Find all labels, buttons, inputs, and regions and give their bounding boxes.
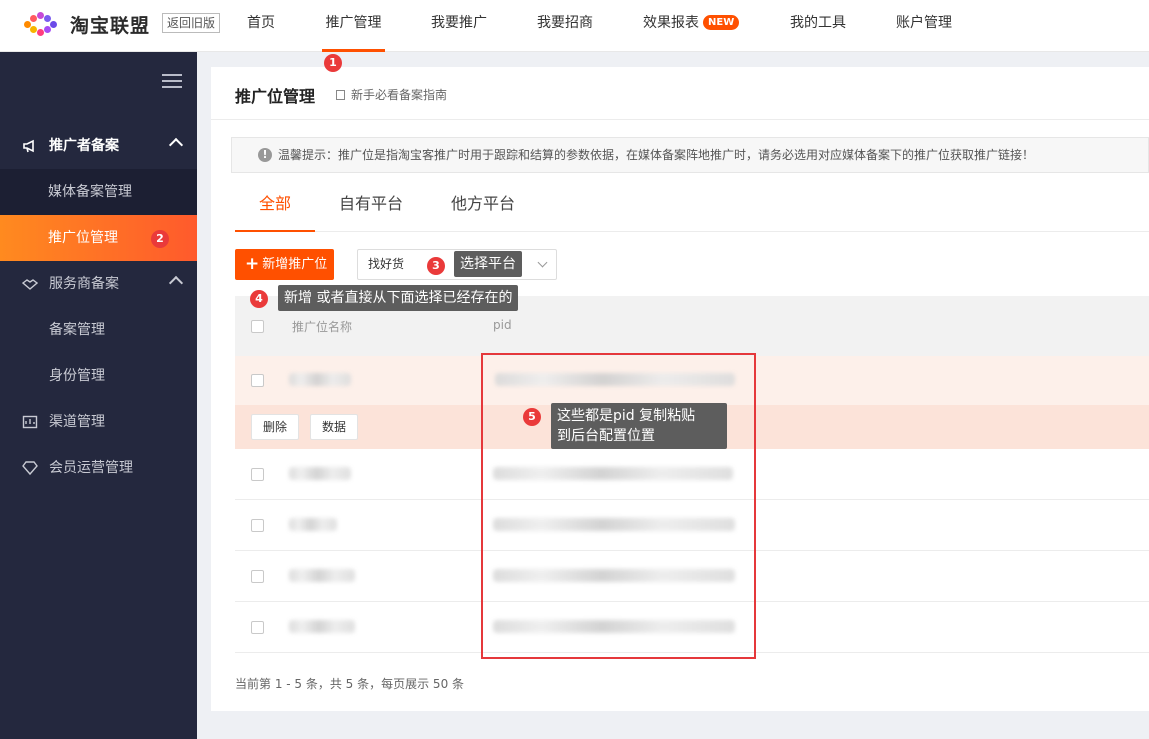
sidebar-item-label: 身份管理 bbox=[49, 368, 105, 384]
row-checkbox[interactable] bbox=[251, 374, 264, 387]
sidebar-item-label: 会员运营管理 bbox=[49, 460, 133, 476]
annotation-marker-5: 5 bbox=[523, 408, 541, 426]
handshake-icon bbox=[22, 279, 38, 290]
tip-text: 温馨提示：推广位是指淘宝客推广时用于跟踪和结算的参数依据，在媒体备案阵地推广时，… bbox=[278, 148, 1035, 162]
callout-pid-copy: 这些都是pid 复制粘贴 到后台配置位置 bbox=[551, 403, 727, 449]
add-adzone-label: 新增推广位 bbox=[262, 257, 328, 272]
sidebar-item-label: 服务商备案 bbox=[49, 276, 119, 292]
row-checkbox[interactable] bbox=[251, 519, 264, 532]
chevron-up-icon bbox=[168, 275, 184, 291]
sidebar-item-label: 备案管理 bbox=[49, 322, 105, 338]
sidebar-item-label: 渠道管理 bbox=[49, 414, 105, 430]
chevron-up-icon bbox=[168, 137, 184, 153]
sidebar-item-identity-management[interactable]: 身份管理 bbox=[0, 353, 197, 399]
logo-text: 淘宝联盟 bbox=[70, 14, 151, 37]
callout-add-or-select: 新增 或者直接从下面选择已经存在的 bbox=[278, 285, 519, 311]
platform-select-value: 找好货 bbox=[368, 257, 405, 271]
sidebar-group-service-filing[interactable]: 服务商备案 bbox=[0, 261, 197, 307]
warning-icon: ! bbox=[258, 148, 272, 162]
select-all-checkbox[interactable] bbox=[251, 320, 264, 333]
delete-button[interactable]: 删除 bbox=[251, 414, 300, 440]
divider bbox=[211, 119, 1149, 120]
add-adzone-button[interactable]: + 新增推广位 bbox=[235, 249, 334, 280]
sidebar-item-label: 媒体备案管理 bbox=[48, 184, 132, 200]
channel-icon bbox=[22, 415, 38, 429]
sidebar-item-channel-management[interactable]: 渠道管理 bbox=[0, 399, 197, 445]
column-header-name: 推广位名称 bbox=[292, 320, 353, 334]
sidebar-item-label: 推广位管理 bbox=[48, 230, 118, 246]
redacted-adzone-name bbox=[289, 373, 351, 386]
nav-reports[interactable]: 效果报表 NEW bbox=[643, 0, 740, 52]
redacted-adzone-name bbox=[289, 620, 355, 633]
document-icon bbox=[336, 90, 345, 100]
new-badge: NEW bbox=[703, 15, 740, 30]
annotation-marker-2: 2 bbox=[151, 230, 169, 248]
nav-home[interactable]: 首页 bbox=[247, 0, 275, 52]
platform-tabs: 全部 自有平台 他方平台 bbox=[235, 177, 1149, 232]
taobao-union-logo[interactable]: 淘宝联盟 bbox=[22, 10, 150, 38]
guide-link[interactable]: 新手必看备案指南 bbox=[336, 86, 447, 103]
nav-promotion-management[interactable]: 推广管理 bbox=[322, 0, 385, 52]
row-checkbox[interactable] bbox=[251, 468, 264, 481]
menu-toggle-icon[interactable] bbox=[162, 74, 182, 88]
tip-banner: ! 温馨提示：推广位是指淘宝客推广时用于跟踪和结算的参数依据，在媒体备案阵地推广… bbox=[231, 137, 1149, 173]
pid-highlight-box bbox=[481, 353, 756, 659]
top-navigation-bar: 淘宝联盟 返回旧版 首页 推广管理 我要推广 我要招商 效果报表 NEW 我的工具… bbox=[0, 0, 1149, 52]
megaphone-icon bbox=[23, 139, 34, 153]
callout-pid-copy-line1: 这些都是pid 复制粘贴 bbox=[557, 408, 696, 424]
row-checkbox[interactable] bbox=[251, 621, 264, 634]
redacted-adzone-name bbox=[289, 569, 355, 582]
annotation-marker-4: 4 bbox=[250, 290, 268, 308]
tab-own-platform[interactable]: 自有平台 bbox=[339, 177, 403, 232]
sidebar-item-label: 推广者备案 bbox=[49, 138, 119, 154]
sidebar-item-member-operations[interactable]: 会员运营管理 bbox=[0, 445, 197, 491]
annotation-marker-1: 1 bbox=[324, 54, 342, 72]
data-button[interactable]: 数据 bbox=[310, 414, 359, 440]
callout-select-platform: 选择平台 bbox=[454, 251, 522, 277]
nav-promote[interactable]: 我要推广 bbox=[431, 0, 487, 52]
row-checkbox[interactable] bbox=[251, 570, 264, 583]
sidebar-item-media-filing[interactable]: 媒体备案管理 bbox=[0, 169, 197, 215]
sidebar-item-filing-management[interactable]: 备案管理 bbox=[0, 307, 197, 353]
redacted-adzone-name bbox=[289, 467, 351, 480]
chevron-down-icon bbox=[537, 257, 548, 268]
nav-my-tools[interactable]: 我的工具 bbox=[790, 0, 846, 52]
diamond-icon bbox=[22, 461, 38, 476]
redacted-adzone-name bbox=[289, 518, 337, 531]
column-header-pid: pid bbox=[493, 318, 512, 332]
tab-all[interactable]: 全部 bbox=[235, 177, 315, 232]
annotation-marker-3: 3 bbox=[427, 257, 445, 275]
nav-account[interactable]: 账户管理 bbox=[896, 0, 952, 52]
pagination-info: 当前第 1 - 5 条，共 5 条，每页展示 50 条 bbox=[235, 677, 465, 691]
guide-link-label: 新手必看备案指南 bbox=[351, 88, 448, 102]
nav-merchant-recruit[interactable]: 我要招商 bbox=[537, 0, 593, 52]
nav-reports-label: 效果报表 bbox=[643, 15, 699, 31]
page-title: 推广位管理 bbox=[235, 87, 316, 106]
callout-pid-copy-line2: 到后台配置位置 bbox=[557, 428, 655, 444]
logo-dots-icon bbox=[22, 12, 64, 36]
tab-third-party-platform[interactable]: 他方平台 bbox=[451, 177, 515, 232]
return-old-version-button[interactable]: 返回旧版 bbox=[162, 13, 221, 33]
plus-icon: + bbox=[245, 254, 260, 274]
sidebar: 推广者备案 媒体备案管理 推广位管理 服务商备案 备案管理 身份管理 渠道管理 … bbox=[0, 52, 197, 739]
sidebar-group-promoter-filing[interactable]: 推广者备案 bbox=[0, 123, 197, 169]
